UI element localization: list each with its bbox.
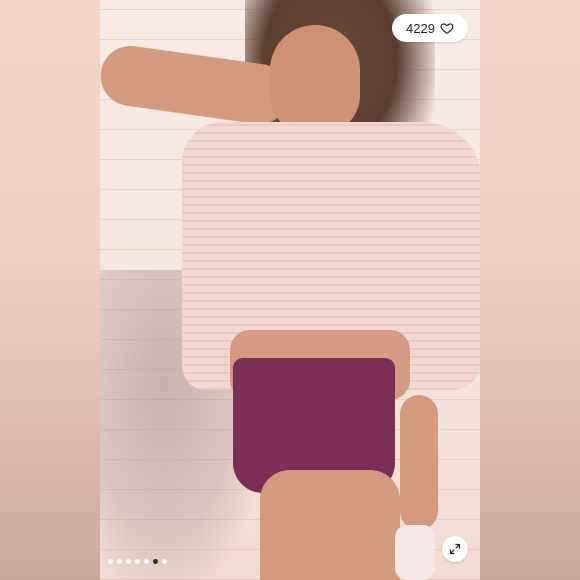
model-legs xyxy=(260,470,400,580)
carousel-dot[interactable] xyxy=(108,559,113,564)
background-blur-left xyxy=(0,0,100,580)
like-button[interactable]: 4229 xyxy=(392,14,468,42)
model-head xyxy=(270,25,360,135)
expand-button[interactable] xyxy=(442,536,468,562)
carousel-dot[interactable] xyxy=(117,559,122,564)
expand-icon xyxy=(449,543,461,555)
carousel-dot[interactable] xyxy=(135,559,140,564)
carousel-indicator xyxy=(108,559,167,564)
product-photo[interactable] xyxy=(100,0,480,580)
like-count: 4229 xyxy=(406,20,435,36)
heart-icon xyxy=(440,23,454,34)
held-fabric xyxy=(395,525,435,580)
carousel-dot[interactable] xyxy=(162,559,167,564)
carousel-dot[interactable] xyxy=(126,559,131,564)
carousel-dot[interactable] xyxy=(153,559,158,564)
background-blur-right xyxy=(480,0,580,580)
model-forearm xyxy=(400,395,438,530)
carousel-dot[interactable] xyxy=(144,559,149,564)
